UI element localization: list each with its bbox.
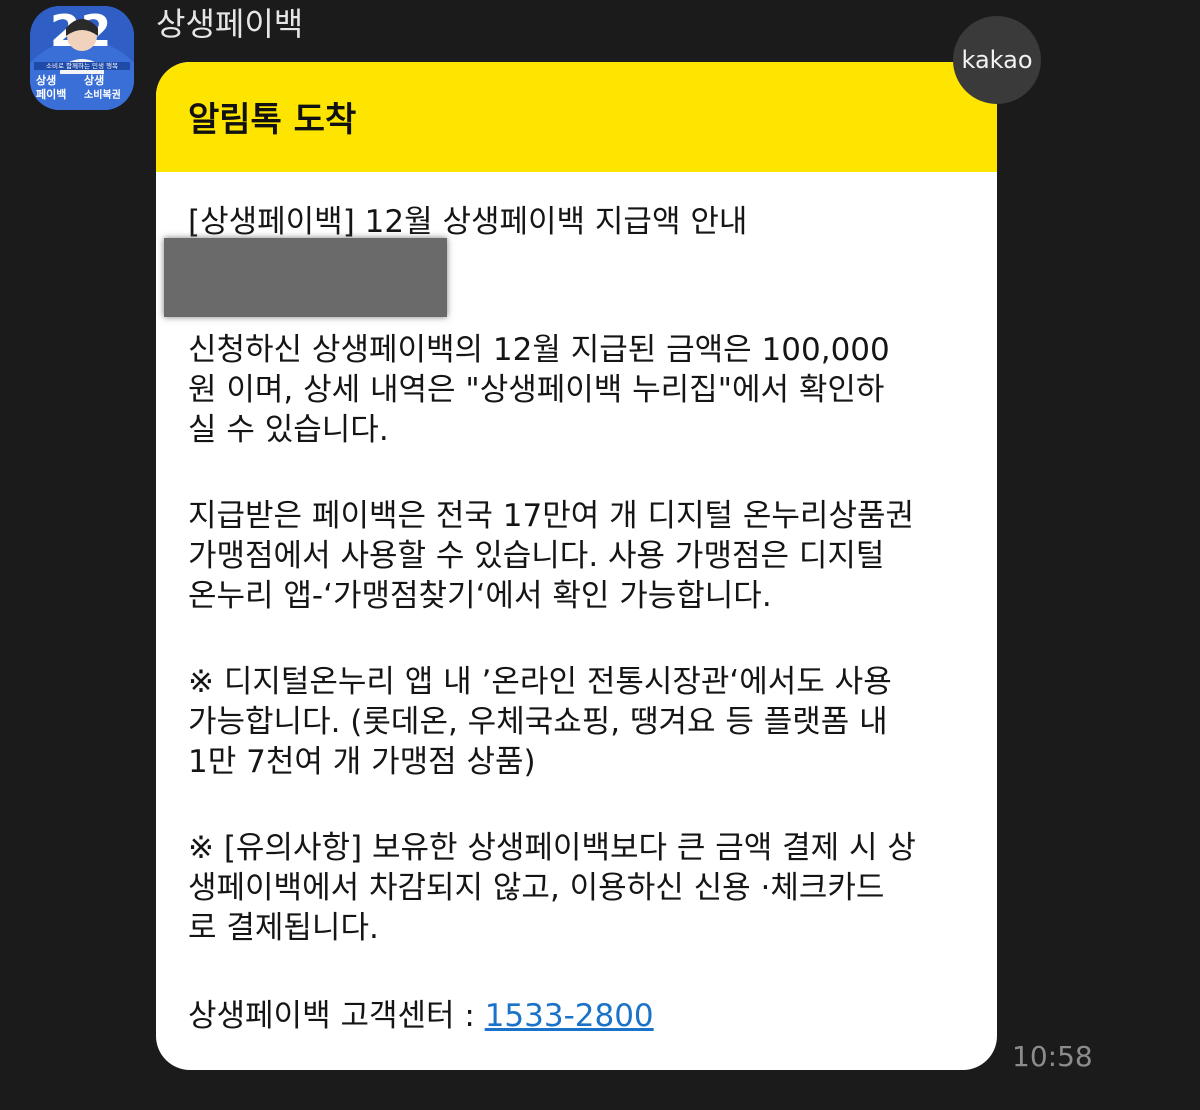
message-paragraph-3: ※ 디지털온누리 앱 내 ’온라인 전통시장관‘에서도 사용 가능합니다. (롯… (188, 662, 978, 782)
message-subject-line: [상생페이백] 12월 상생페이백 지급액 안내 (188, 204, 748, 240)
chat-screen: 22 소비로 함께하는 민생 행복 상생 페이백 상생 소비복권 상생페이백 알… (0, 0, 1200, 1110)
message-subject: [상생페이백] 12월 상생페이백 지급액 안내 (188, 202, 978, 242)
paragraph-line: 1만 7천여 개 가맹점 상품) (188, 744, 536, 780)
paragraph-line: 원 이며, 상세 내역은 "상생페이백 누리집"에서 확인하 (188, 372, 885, 408)
avatar-caption: 소비로 함께하는 민생 행복 (46, 61, 118, 70)
paragraph-line: 가맹점에서 사용할 수 있습니다. 사용 가맹점은 디지털 (188, 538, 885, 574)
paragraph-line: 신청하신 상생페이백의 12월 지급된 금액은 100,000 (188, 332, 890, 368)
redacted-block (164, 238, 447, 317)
paragraph-line: 로 결제됩니다. (188, 910, 379, 946)
avatar-logo-line1: 상생 (36, 73, 56, 87)
paragraph-line: 생페이백에서 차감되지 않고, 이용하신 신용 ·체크카드 (188, 870, 885, 906)
kakao-badge: kakao (953, 16, 1041, 104)
customer-center-label: 상생페이백 고객센터 : (188, 998, 485, 1034)
avatar-logo2-line1: 상생 (84, 73, 104, 87)
paragraph-line: ※ 디지털온누리 앱 내 ’온라인 전통시장관‘에서도 사용 (188, 664, 892, 700)
sender-avatar[interactable]: 22 소비로 함께하는 민생 행복 상생 페이백 상생 소비복권 (30, 6, 134, 110)
paragraph-line: 실 수 있습니다. (188, 412, 389, 448)
message-paragraph-2: 지급받은 페이백은 전국 17만여 개 디지털 온누리상품권 가맹점에서 사용할… (188, 496, 978, 616)
paragraph-line: 지급받은 페이백은 전국 17만여 개 디지털 온누리상품권 (188, 498, 915, 534)
customer-center-line: 상생페이백 고객센터 : 1533-2800 (188, 996, 978, 1036)
message-paragraph-1: 신청하신 상생페이백의 12월 지급된 금액은 100,000 원 이며, 상세… (188, 330, 978, 450)
paragraph-line: ※ [유의사항] 보유한 상생페이백보다 큰 금액 결제 시 상 (188, 830, 916, 866)
avatar-logo-line2: 페이백 (36, 87, 66, 101)
message-paragraph-4: ※ [유의사항] 보유한 상생페이백보다 큰 금액 결제 시 상 생페이백에서 … (188, 828, 978, 948)
avatar-image: 22 소비로 함께하는 민생 행복 상생 페이백 상생 소비복권 (30, 6, 134, 110)
alimtalk-message-bubble[interactable]: 알림톡 도착 [상생페이백] 12월 상생페이백 지급액 안내 신청하신 상생페… (156, 62, 997, 1070)
paragraph-line: 가능합니다. (롯데온, 우체국쇼핑, 땡겨요 등 플랫폼 내 (188, 704, 888, 740)
sender-name: 상생페이백 (156, 5, 304, 43)
message-header-title: 알림톡 도착 (188, 100, 357, 140)
message-header: 알림톡 도착 (156, 62, 997, 172)
customer-center-phone-link[interactable]: 1533-2800 (485, 998, 654, 1034)
avatar-logo2-line2: 소비복권 (84, 88, 121, 101)
message-timestamp: 10:58 (1012, 1040, 1093, 1073)
paragraph-line: 온누리 앱-‘가맹점찾기‘에서 확인 가능합니다. (188, 578, 772, 614)
